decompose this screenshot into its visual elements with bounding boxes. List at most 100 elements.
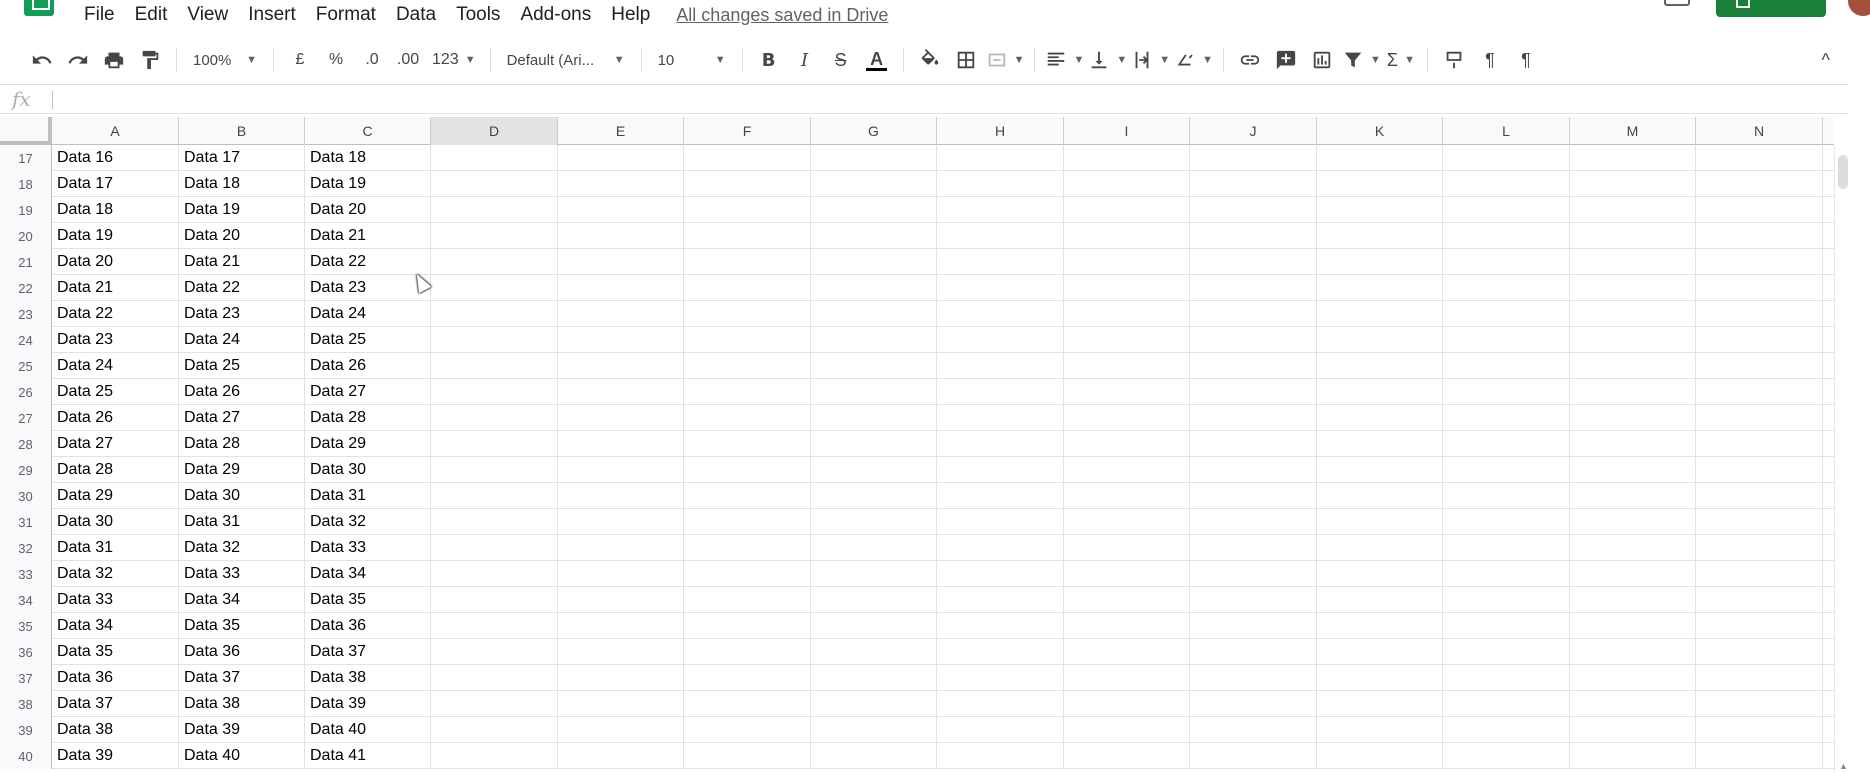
cell-l[interactable]: [1443, 327, 1570, 353]
cell-h[interactable]: [937, 405, 1064, 431]
cell-e[interactable]: [558, 613, 684, 639]
cell-e[interactable]: [558, 665, 684, 691]
cell-d[interactable]: [431, 353, 558, 379]
cell-k[interactable]: [1317, 509, 1443, 535]
cell-k[interactable]: [1317, 327, 1443, 353]
row-header[interactable]: 28: [0, 431, 52, 457]
cell-j[interactable]: [1190, 197, 1317, 223]
cell-d[interactable]: [431, 535, 558, 561]
row-header[interactable]: 36: [0, 639, 52, 665]
cell-d[interactable]: [431, 379, 558, 405]
cell-j[interactable]: [1190, 717, 1317, 743]
cell-b[interactable]: Data 36: [179, 639, 305, 665]
cell-g[interactable]: [811, 639, 937, 665]
cell-b[interactable]: Data 40: [179, 743, 305, 769]
cell-d[interactable]: [431, 743, 558, 769]
row-header[interactable]: 24: [0, 327, 52, 353]
cell-g[interactable]: [811, 691, 937, 717]
cell-g[interactable]: [811, 379, 937, 405]
cell-e[interactable]: [558, 743, 684, 769]
cell-f[interactable]: [684, 457, 811, 483]
cell-f[interactable]: [684, 171, 811, 197]
cell-a[interactable]: Data 23: [52, 327, 179, 353]
share-button[interactable]: [1716, 0, 1826, 17]
cell-i[interactable]: [1064, 587, 1190, 613]
cell-i[interactable]: [1064, 275, 1190, 301]
cell-e[interactable]: [558, 275, 684, 301]
cell-f[interactable]: [684, 743, 811, 769]
cell-f[interactable]: [684, 249, 811, 275]
cell-g[interactable]: [811, 613, 937, 639]
cell-i[interactable]: [1064, 483, 1190, 509]
cell-n[interactable]: [1696, 249, 1823, 275]
cell-n[interactable]: [1696, 587, 1823, 613]
cell-c[interactable]: Data 34: [305, 561, 431, 587]
cell-m[interactable]: [1570, 379, 1696, 405]
cell-m[interactable]: [1570, 431, 1696, 457]
cell-c[interactable]: Data 35: [305, 587, 431, 613]
cell-n[interactable]: [1696, 145, 1823, 171]
cell-h[interactable]: [937, 717, 1064, 743]
font-family-select[interactable]: Default (Ari... ▼: [501, 44, 631, 76]
cell-h[interactable]: [937, 483, 1064, 509]
strikethrough-button[interactable]: S: [825, 44, 857, 76]
cell-m[interactable]: [1570, 561, 1696, 587]
cell-m[interactable]: [1570, 743, 1696, 769]
cell-g[interactable]: [811, 717, 937, 743]
cell-j[interactable]: [1190, 405, 1317, 431]
cell-k[interactable]: [1317, 743, 1443, 769]
cell-e[interactable]: [558, 587, 684, 613]
cell-l[interactable]: [1443, 405, 1570, 431]
cell-k[interactable]: [1317, 353, 1443, 379]
cell-a[interactable]: Data 26: [52, 405, 179, 431]
cell-a[interactable]: Data 28: [52, 457, 179, 483]
cell-f[interactable]: [684, 197, 811, 223]
cell-l[interactable]: [1443, 171, 1570, 197]
cell-g[interactable]: [811, 587, 937, 613]
cell-h[interactable]: [937, 379, 1064, 405]
cell-n[interactable]: [1696, 301, 1823, 327]
row-header[interactable]: 30: [0, 483, 52, 509]
cell-b[interactable]: Data 24: [179, 327, 305, 353]
cell-b[interactable]: Data 29: [179, 457, 305, 483]
cell-l[interactable]: [1443, 561, 1570, 587]
cell-b[interactable]: Data 20: [179, 223, 305, 249]
cell-n[interactable]: [1696, 171, 1823, 197]
cell-f[interactable]: [684, 327, 811, 353]
cell-e[interactable]: [558, 717, 684, 743]
cell-m[interactable]: [1570, 145, 1696, 171]
cell-b[interactable]: Data 32: [179, 535, 305, 561]
cell-b[interactable]: Data 21: [179, 249, 305, 275]
cell-a[interactable]: Data 37: [52, 691, 179, 717]
cell-c[interactable]: Data 27: [305, 379, 431, 405]
cell-i[interactable]: [1064, 223, 1190, 249]
cell-n[interactable]: [1696, 743, 1823, 769]
cell-k[interactable]: [1317, 613, 1443, 639]
cell-l[interactable]: [1443, 301, 1570, 327]
cell-a[interactable]: Data 32: [52, 561, 179, 587]
cell-k[interactable]: [1317, 249, 1443, 275]
cell-j[interactable]: [1190, 379, 1317, 405]
cell-a[interactable]: Data 19: [52, 223, 179, 249]
cell-d[interactable]: [431, 145, 558, 171]
cell-n[interactable]: [1696, 275, 1823, 301]
cell-a[interactable]: Data 29: [52, 483, 179, 509]
cell-l[interactable]: [1443, 249, 1570, 275]
cell-a[interactable]: Data 21: [52, 275, 179, 301]
cell-i[interactable]: [1064, 665, 1190, 691]
row-header[interactable]: 27: [0, 405, 52, 431]
cell-i[interactable]: [1064, 613, 1190, 639]
horizontal-align-icon[interactable]: ▼: [1045, 44, 1084, 76]
cell-i[interactable]: [1064, 249, 1190, 275]
cell-m[interactable]: [1570, 613, 1696, 639]
cell-f[interactable]: [684, 145, 811, 171]
cell-l[interactable]: [1443, 223, 1570, 249]
cell-g[interactable]: [811, 509, 937, 535]
avatar[interactable]: [1848, 0, 1870, 16]
cell-c[interactable]: Data 30: [305, 457, 431, 483]
cell-f[interactable]: [684, 535, 811, 561]
cell-k[interactable]: [1317, 275, 1443, 301]
cell-a[interactable]: Data 27: [52, 431, 179, 457]
cell-j[interactable]: [1190, 275, 1317, 301]
cell-a[interactable]: Data 25: [52, 379, 179, 405]
